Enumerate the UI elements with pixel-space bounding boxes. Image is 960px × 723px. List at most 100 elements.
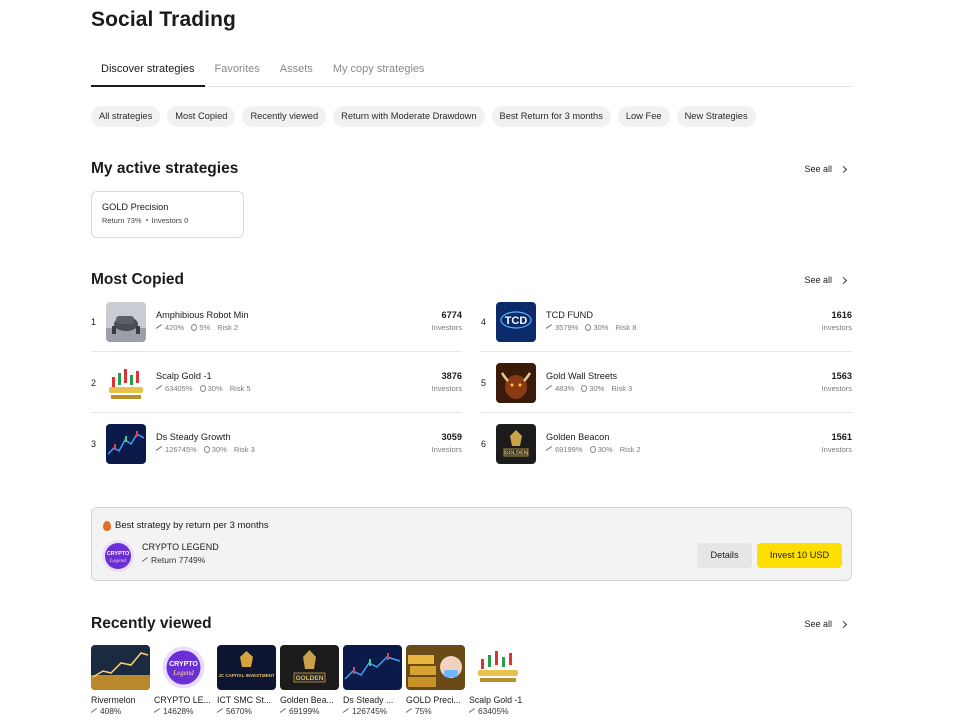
most-copied-list: 1 Amphibious Robot Min 420% 5% Risk 2 67… — [91, 292, 852, 472]
investors-count: 1561 — [831, 432, 852, 442]
details-button[interactable]: Details — [697, 543, 752, 568]
svg-text:GOLDEN: GOLDEN — [296, 675, 324, 682]
fee-coin-icon — [191, 324, 198, 331]
fee-value: 30% — [597, 445, 613, 454]
risk-value: Risk 3 — [233, 445, 255, 454]
most-copied-item[interactable]: 4 TCD TCD FUND 3579% 30% Risk 8 1616 Inv… — [481, 292, 852, 352]
strategy-name: Amphibious Robot Min — [156, 310, 249, 320]
most-copied-item[interactable]: 5 Gold Wall Streets 483% 30% Risk 3 1563… — [481, 353, 852, 413]
return-value: 483% — [555, 384, 575, 393]
tcd-logo-thumbnail-icon: TCD — [496, 302, 536, 342]
filter-moderate-drawdown[interactable]: Return with Moderate Drawdown — [333, 106, 485, 127]
filter-low-fee[interactable]: Low Fee — [617, 106, 670, 127]
trend-up-icon — [546, 386, 554, 391]
filter-best-return-3-months[interactable]: Best Return for 3 months — [491, 106, 611, 127]
fee-value: 30% — [593, 323, 609, 332]
return-value: 420% — [165, 323, 185, 332]
tab-favorites[interactable]: Favorites — [215, 56, 260, 87]
return-value: 126745% — [352, 706, 388, 716]
recently-viewed-item[interactable]: CRYPTO Legend CRYPTO LE... 14628% — [154, 645, 213, 716]
strategy-name: CRYPTO LE... — [154, 695, 211, 705]
svg-text:Legend: Legend — [172, 669, 194, 677]
risk-value: Risk 2 — [217, 323, 239, 332]
most-copied-item[interactable]: 2 Scalp Gold -1 63405% 30% Risk 5 3876 I… — [91, 353, 462, 413]
most-copied-item[interactable]: 3 Ds Steady Growth 126745% 30% Risk 3 30… — [91, 414, 462, 474]
golden-logo-thumbnail-icon: GOLDEN — [496, 424, 536, 464]
return-value: 3579% — [555, 323, 579, 332]
return-value: 63405% — [165, 384, 193, 393]
best-strategy-banner: Best strategy by return per 3 months CRY… — [91, 507, 852, 581]
recently-viewed-item[interactable]: GOLDEN Golden Bea... 69199% — [280, 645, 339, 716]
rank-number: 2 — [91, 378, 97, 388]
investors-label: Investors — [821, 384, 852, 393]
strategy-stats: 3579% 30% Risk 8 — [546, 323, 641, 332]
svg-text:Legend: Legend — [109, 558, 126, 564]
svg-text:TCD: TCD — [505, 315, 528, 327]
strategy-name: Gold Wall Streets — [546, 371, 618, 381]
strategy-return: 63405% — [469, 706, 528, 716]
crypto-legend-logo-icon: CRYPTO Legend — [102, 540, 134, 572]
recently-viewed-list: Rivermelon 408% CRYPTO Legend CRYPTO LE..… — [91, 645, 532, 716]
fee-value: 30% — [589, 384, 605, 393]
see-all-label: See all — [804, 164, 832, 174]
recently-viewed-item[interactable]: JC CAPITAL INVESTMENT ICT SMC St... 5670… — [217, 645, 276, 716]
filter-chips: All strategies Most Copied Recently view… — [91, 106, 763, 127]
strategy-name: Scalp Gold -1 — [156, 371, 212, 381]
tab-assets[interactable]: Assets — [280, 56, 313, 87]
recently-viewed-item[interactable]: Rivermelon 408% — [91, 645, 150, 716]
investors-count: 3059 — [441, 432, 462, 442]
risk-value: Risk 8 — [615, 323, 637, 332]
trend-up-icon — [91, 709, 99, 714]
strategy-return: 75% — [406, 706, 465, 716]
strategy-name: GOLD Precision — [102, 202, 169, 212]
trend-up-icon — [343, 709, 351, 714]
best-strategy-return: Return 7749% — [142, 555, 205, 565]
tab-my-copy-strategies[interactable]: My copy strategies — [333, 56, 425, 87]
divider — [481, 412, 852, 413]
active-strategy-card[interactable]: GOLD Precision Return 73% Investors 0 — [91, 191, 244, 238]
filter-most-copied[interactable]: Most Copied — [167, 106, 236, 127]
tab-discover-strategies[interactable]: Discover strategies — [91, 56, 205, 87]
invest-button[interactable]: Invest 10 USD — [757, 543, 842, 568]
divider — [91, 412, 462, 413]
recently-viewed-see-all[interactable]: See all — [804, 619, 848, 629]
trend-up-icon — [469, 709, 477, 714]
most-copied-item[interactable]: 6 GOLDEN Golden Beacon 69199% 30% Risk 2… — [481, 414, 852, 474]
trend-up-icon — [406, 709, 414, 714]
strategy-investors: Investors 0 — [151, 216, 189, 225]
strategy-return: Return 73% — [102, 216, 142, 225]
recently-viewed-item[interactable]: Scalp Gold -1 63405% — [469, 645, 528, 716]
investors-label: Investors — [431, 445, 462, 454]
strategy-return: 408% — [91, 706, 150, 716]
strategy-return: 69199% — [280, 706, 339, 716]
trend-up-icon — [546, 325, 554, 330]
see-all-label: See all — [804, 275, 832, 285]
strategy-return: 126745% — [343, 706, 402, 716]
rank-number: 6 — [481, 439, 487, 449]
filter-new-strategies[interactable]: New Strategies — [676, 106, 756, 127]
rank-number: 1 — [91, 317, 97, 327]
most-copied-see-all[interactable]: See all — [804, 275, 848, 285]
divider — [91, 351, 462, 352]
crypto-legend-thumbnail-icon: CRYPTO Legend — [154, 645, 213, 690]
recently-viewed-item[interactable]: GOLD Preci... 75% — [406, 645, 465, 716]
fee-value: 5% — [199, 323, 211, 332]
most-copied-item[interactable]: 1 Amphibious Robot Min 420% 5% Risk 2 67… — [91, 292, 462, 352]
separator-dot-icon — [145, 219, 148, 221]
investors-count: 3876 — [441, 371, 462, 381]
active-strategies-see-all[interactable]: See all — [804, 164, 848, 174]
fee-coin-icon — [581, 385, 588, 392]
svg-text:JC CAPITAL INVESTMENT: JC CAPITAL INVESTMENT — [218, 673, 275, 678]
strategy-return: 14628% — [154, 706, 213, 716]
filter-recently-viewed[interactable]: Recently viewed — [242, 106, 327, 127]
return-value: 63405% — [478, 706, 509, 716]
investors-label: Investors — [821, 445, 852, 454]
return-value: 14628% — [163, 706, 194, 716]
return-value: 69199% — [555, 445, 583, 454]
trend-up-icon — [156, 447, 164, 452]
recently-viewed-item[interactable]: Ds Steady ... 126745% — [343, 645, 402, 716]
robot-thumbnail-icon — [106, 302, 146, 342]
svg-text:CRYPTO: CRYPTO — [169, 661, 198, 668]
return-value: 5670% — [226, 706, 252, 716]
filter-all-strategies[interactable]: All strategies — [91, 106, 161, 127]
